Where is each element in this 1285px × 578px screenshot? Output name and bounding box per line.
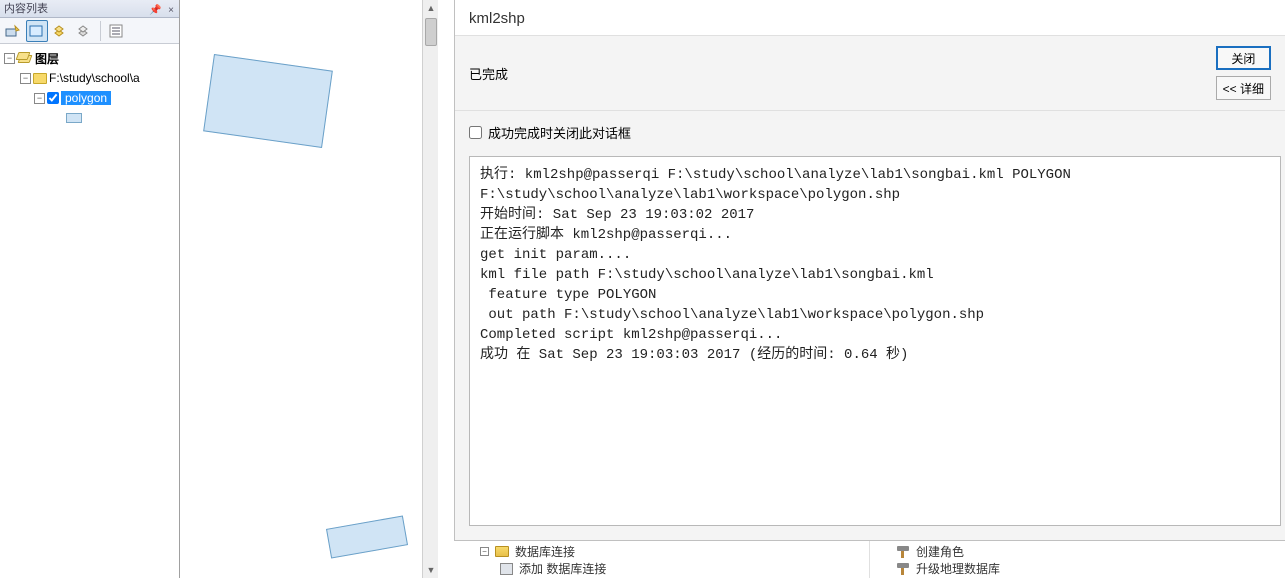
catalog-label: 升级地理数据库 [916, 560, 1000, 577]
list-by-visibility-button[interactable] [50, 20, 72, 42]
toc-panel: 内容列表 📌 × − 图层 − F:\study\scho [0, 0, 180, 578]
map-canvas[interactable]: ▲ ▼ [180, 0, 438, 578]
geoprocessing-result-dialog: kml2shp 已完成 关闭 << 详细 成功完成时关闭此对话框 执行: kml… [454, 0, 1285, 540]
folder-label: F:\study\school\a [49, 71, 140, 85]
catalog-label: 数据库连接 [515, 543, 575, 560]
catalog-panel: − 数据库连接 添加 数据库连接 创建角色 升级地理数据库 [454, 540, 1285, 578]
root-label: 图层 [35, 50, 59, 67]
layer-label: polygon [61, 91, 111, 105]
tree-symbol[interactable] [2, 108, 179, 128]
catalog-col-right: 创建角色 升级地理数据库 [869, 541, 1285, 578]
collapse-icon[interactable]: − [34, 93, 45, 104]
catalog-upgrade-geodb[interactable]: 升级地理数据库 [896, 560, 1285, 577]
scroll-down-icon[interactable]: ▼ [423, 562, 439, 578]
scroll-up-icon[interactable]: ▲ [423, 0, 439, 16]
layers-icon [17, 52, 33, 64]
scroll-thumb[interactable] [425, 18, 437, 46]
dialog-status-row: 已完成 关闭 << 详细 [455, 35, 1285, 111]
dialog-status-text: 已完成 [469, 64, 508, 83]
toc-toolbar [0, 18, 179, 44]
polygon-feature[interactable] [203, 54, 333, 148]
layer-visibility-checkbox[interactable] [47, 92, 59, 104]
catalog-label: 添加 数据库连接 [519, 560, 606, 577]
polygon-feature[interactable] [326, 515, 408, 558]
folder-icon [33, 73, 47, 84]
close-on-success-label: 成功完成时关闭此对话框 [488, 123, 631, 142]
options-button[interactable] [105, 20, 127, 42]
close-button[interactable]: 关闭 [1216, 46, 1271, 70]
list-by-drawing-order-button[interactable] [2, 20, 24, 42]
toc-title-bar: 内容列表 📌 × [0, 0, 179, 18]
toc-tree: − 图层 − F:\study\school\a − polygon [0, 44, 179, 128]
collapse-icon[interactable]: − [20, 73, 31, 84]
map-vertical-scrollbar[interactable]: ▲ ▼ [422, 0, 438, 578]
dialog-title: kml2shp [455, 0, 1285, 35]
close-icon[interactable]: × [165, 2, 177, 14]
close-on-success-checkbox[interactable] [469, 126, 482, 139]
close-on-success-row: 成功完成时关闭此对话框 [455, 111, 1285, 150]
list-by-selection-button[interactable] [74, 20, 96, 42]
toc-title-text: 内容列表 [4, 3, 48, 15]
tree-layer-polygon[interactable]: − polygon [2, 88, 179, 108]
catalog-label: 创建角色 [916, 543, 964, 560]
catalog-create-role[interactable]: 创建角色 [896, 543, 1285, 560]
collapse-icon[interactable]: − [4, 53, 15, 64]
details-button[interactable]: << 详细 [1216, 76, 1271, 100]
tree-root-layers[interactable]: − 图层 [2, 48, 179, 68]
catalog-col-left: − 数据库连接 添加 数据库连接 [454, 541, 869, 578]
catalog-db-connections[interactable]: − 数据库连接 [480, 543, 869, 560]
tree-folder[interactable]: − F:\study\school\a [2, 68, 179, 88]
log-output[interactable]: 执行: kml2shp@passerqi F:\study\school\ana… [469, 156, 1281, 526]
hammer-icon [896, 545, 910, 559]
server-icon [500, 563, 513, 575]
expand-icon[interactable]: − [480, 547, 489, 556]
list-by-source-button[interactable] [26, 20, 48, 42]
hammer-icon [896, 562, 910, 576]
database-icon [495, 546, 509, 557]
polygon-symbol-icon[interactable] [66, 113, 82, 123]
catalog-add-db-connection[interactable]: 添加 数据库连接 [480, 560, 869, 577]
pin-icon[interactable]: 📌 [149, 2, 161, 14]
